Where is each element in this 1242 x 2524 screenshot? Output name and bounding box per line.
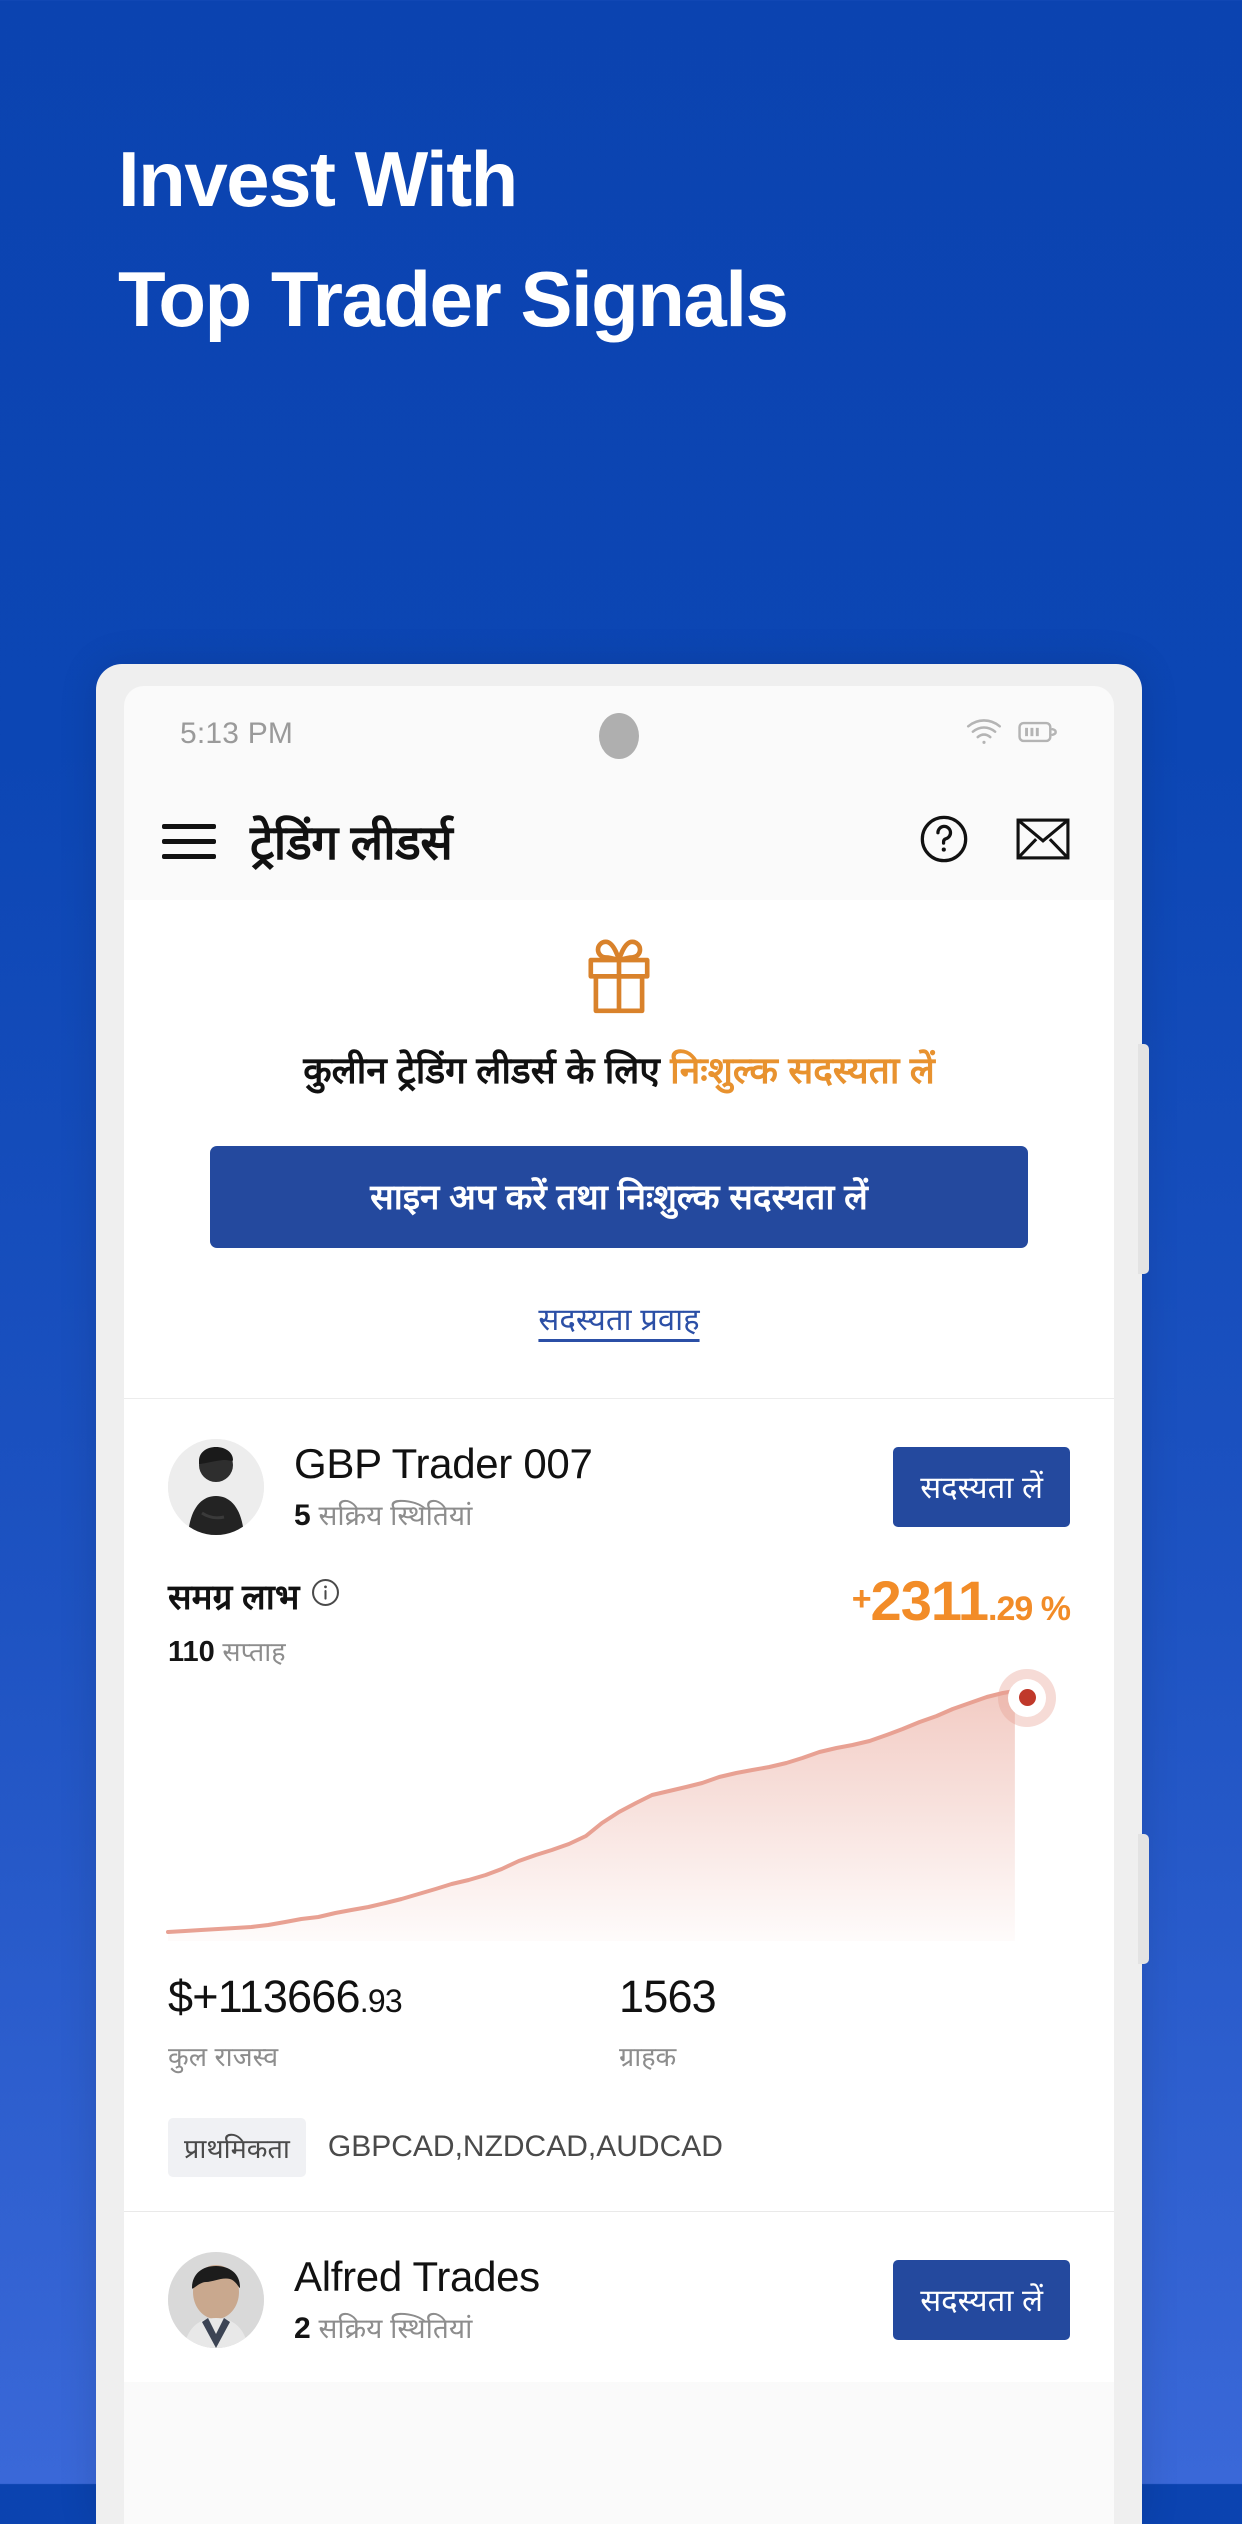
help-circle-icon[interactable] xyxy=(918,813,970,870)
app-bar-actions xyxy=(918,813,1070,870)
revenue-value-decimal: .93 xyxy=(359,1982,403,2019)
status-bar: 5:13 PM xyxy=(124,686,1114,782)
hamburger-menu-icon[interactable] xyxy=(162,823,216,859)
trader-positions-label: सक्रिय स्थितियां xyxy=(318,2312,473,2344)
chart-end-marker xyxy=(998,1668,1056,1727)
promo-text: कुलीन ट्रेडिंग लीडर्स के लिए निःशुल्क सद… xyxy=(124,1046,1114,1096)
wifi-icon xyxy=(966,718,1002,751)
subscribe-button[interactable]: सदस्यता लें xyxy=(893,1446,1070,1527)
revenue-value-main: $+113666 xyxy=(168,1970,361,2022)
profit-chart xyxy=(165,1668,1070,1941)
trader-card-header: GBP Trader 007 5 सक्रिय स्थितियां सदस्यत… xyxy=(168,1438,1070,1535)
profit-weeks: 110 सप्ताह xyxy=(168,1632,340,1669)
avatar xyxy=(168,1438,264,1535)
promo-banner: कुलीन ट्रेडिंग लीडर्स के लिए निःशुल्क सद… xyxy=(124,900,1114,1399)
instrument-list: GBPCAD,NZDCAD,AUDCAD xyxy=(327,2130,723,2164)
profit-label: समग्र लाभ xyxy=(168,1577,300,1617)
trader-positions-count: 5 xyxy=(294,1498,311,1532)
clients-value: 1563 xyxy=(619,1970,717,2022)
revenue-label: कुल राजस्व xyxy=(168,2041,279,2072)
trader-positions-label: सक्रिय स्थितियां xyxy=(318,1499,473,1531)
profit-label-wrap: समग्र लाभ xyxy=(168,1573,340,1620)
trader-card[interactable]: Alfred Trades 2 सक्रिय स्थितियां सदस्यता… xyxy=(124,2211,1114,2382)
hero-line-1: Invest With xyxy=(118,135,518,223)
profit-decimal: .29 xyxy=(988,1589,1033,1628)
priority-badge: प्राथमिकता xyxy=(168,2117,306,2177)
trader-positions: 2 सक्रिय स्थितियां xyxy=(294,2309,540,2347)
status-icons xyxy=(966,718,1058,751)
stat-total-revenue: $+113666.93 कुल राजस्व xyxy=(168,1971,619,2074)
trader-positions-count: 2 xyxy=(294,2311,311,2345)
trader-name: GBP Trader 007 xyxy=(294,1439,593,1487)
info-circle-icon[interactable] xyxy=(311,1576,340,1616)
hero-line-2: Top Trader Signals xyxy=(118,254,789,343)
phone-mockup: 5:13 PM ट्रेडिंग लीडर्स कुलीन ट्रेडिंग ल… xyxy=(96,664,1149,2524)
profit-row: समग्र लाभ 110 सप्ताह +2311.29 % xyxy=(168,1572,1071,1669)
trader-info: GBP Trader 007 5 सक्रिय स्थितियां xyxy=(294,1440,593,1534)
profit-left: समग्र लाभ 110 सप्ताह xyxy=(168,1573,340,1669)
trader-tags: प्राथमिकता GBPCAD,NZDCAD,AUDCAD xyxy=(168,2117,1070,2177)
chart-area xyxy=(168,1690,1015,1941)
profit-unit: % xyxy=(1032,1589,1071,1628)
phone-power-button[interactable] xyxy=(1138,1834,1149,1964)
signup-free-subscription-button[interactable]: साइन अप करें तथा निःशुल्क सदस्यता लें xyxy=(210,1145,1028,1248)
front-camera-dot xyxy=(599,712,639,759)
stat-clients: 1563 ग्राहक xyxy=(619,1971,1070,2074)
clients-label: ग्राहक xyxy=(619,2041,677,2072)
trader-info: Alfred Trades 2 सक्रिय स्थितियां xyxy=(294,2253,540,2347)
subscribe-button[interactable]: सदस्यता लें xyxy=(893,2259,1070,2340)
subscription-flow-link[interactable]: सदस्यता प्रवाह xyxy=(538,1298,699,1340)
profit-weeks-count: 110 xyxy=(168,1635,215,1668)
profit-weeks-label: सप्ताह xyxy=(222,1636,286,1667)
promo-text-plain: कुलीन ट्रेडिंग लीडर्स के लिए xyxy=(303,1050,671,1091)
phone-volume-button[interactable] xyxy=(1138,1044,1149,1274)
trader-positions: 5 सक्रिय स्थितियां xyxy=(294,1496,593,1534)
trader-card[interactable]: GBP Trader 007 5 सक्रिय स्थितियां सदस्यत… xyxy=(124,1398,1114,2212)
app-bar: ट्रेडिंग लीडर्स xyxy=(124,782,1114,900)
profit-sign: + xyxy=(851,1579,872,1618)
trader-stats: $+113666.93 कुल राजस्व 1563 ग्राहक xyxy=(168,1971,1070,2074)
status-time: 5:13 PM xyxy=(180,717,294,750)
profit-chart-svg xyxy=(165,1688,1017,1941)
profit-integer: 2311 xyxy=(870,1568,989,1632)
avatar xyxy=(168,2251,264,2348)
battery-icon xyxy=(1018,719,1058,750)
profit-value: +2311.29 % xyxy=(851,1572,1071,1629)
revenue-value: $+113666.93 xyxy=(168,1971,619,2023)
gift-icon xyxy=(124,934,1114,1018)
promo-text-highlight: निःशुल्क सदस्यता लें xyxy=(670,1050,935,1091)
page-title: ट्रेडिंग लीडर्स xyxy=(250,816,453,870)
trader-card-header: Alfred Trades 2 सक्रिय स्थितियां सदस्यता… xyxy=(168,2251,1070,2348)
hero-headline: Invest With Top Trader Signals xyxy=(118,132,1178,348)
phone-screen: 5:13 PM ट्रेडिंग लीडर्स कुलीन ट्रेडिंग ल… xyxy=(124,686,1114,2524)
mail-envelope-icon[interactable] xyxy=(1016,816,1070,867)
trader-name: Alfred Trades xyxy=(294,2252,540,2300)
